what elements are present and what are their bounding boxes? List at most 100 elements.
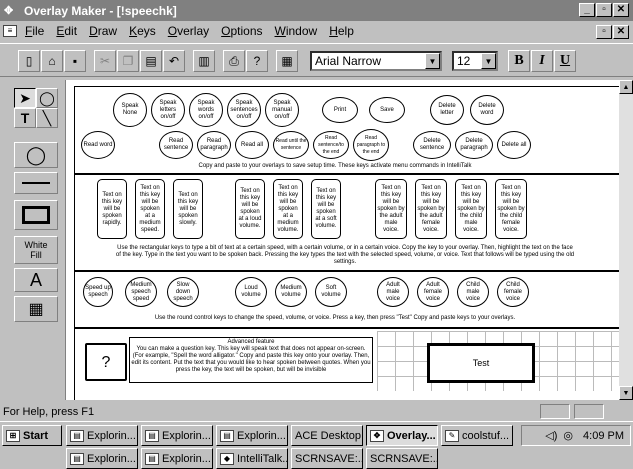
new-icon[interactable]: ▯ [18,50,40,72]
task-explorer-4[interactable]: ▤ Explorin... [66,448,138,469]
key-read-all[interactable]: Read all [235,131,269,159]
key-medium-speed[interactable]: Medium speech speed [125,277,157,307]
vertical-scrollbar[interactable]: ▲ ▼ [619,80,633,400]
doc-maximize-button[interactable]: ▫ [596,25,612,39]
overlay-canvas[interactable]: Speak None Speak letters on/off Speak wo… [65,80,633,400]
bold-button[interactable]: B [508,50,530,72]
italic-button[interactable]: I [531,50,553,72]
key-read-word[interactable]: Read word [81,131,115,159]
key-read-paragraph-end[interactable]: Read paragraph to the end [353,129,389,161]
task-explorer-2[interactable]: ▤ Explorin... [141,425,213,446]
key-speak-letters[interactable]: Speak letters on/off [151,93,185,127]
start-button[interactable]: ⊞ Start [2,425,62,446]
key-text-rapid[interactable]: Text on this key will be spoken rapidly. [97,179,127,239]
key-text-child-male[interactable]: Text on this key will be spoken by the c… [455,179,487,239]
key-print[interactable]: Print [322,97,358,123]
text-tool[interactable]: T [14,108,36,128]
key-adult-female[interactable]: Adult female voice [417,277,449,307]
key-text-adult-male[interactable]: Text on this key will be spoken by the a… [375,179,407,239]
doc-close-button[interactable]: ✕ [613,25,629,39]
task-intellitalk[interactable]: ◆ IntelliTalk... [216,448,288,469]
menu-edit[interactable]: Edit [50,24,83,38]
cut-icon[interactable]: ✂ [94,50,116,72]
speaker-icon[interactable]: ◁) [545,429,557,442]
chevron-down-icon[interactable]: ▼ [425,53,440,69]
shape-oval-tool[interactable]: ◯ [14,142,58,168]
key-delete-word[interactable]: Delete word [470,95,504,125]
task-explorer-3[interactable]: ▤ Explorin... [216,425,288,446]
chevron-down-icon[interactable]: ▼ [481,53,496,69]
key-child-female[interactable]: Child female voice [497,277,529,307]
key-speak-none[interactable]: Speak None [113,93,147,127]
clock-icon[interactable]: ◎ [563,429,573,442]
key-read-sentence-end[interactable]: Read sentence/to the end [313,131,349,159]
line-width-tool[interactable] [14,172,58,194]
key-medium-volume[interactable]: Medium volume [275,277,307,307]
maximize-button[interactable]: ▫ [596,3,612,17]
menu-options[interactable]: Options [215,24,268,38]
help-icon[interactable]: ? [246,50,268,72]
test-key[interactable]: Test [427,343,535,383]
key-read-sentence[interactable]: Read sentence [159,131,193,159]
key-read-until[interactable]: Read until the sentence [273,131,309,159]
save-icon[interactable]: ▪ [64,50,86,72]
menu-help[interactable]: Help [323,24,360,38]
key-delete-sentence[interactable]: Delete sentence [413,131,451,159]
question-key[interactable]: ? [85,343,127,381]
key-speak-manual[interactable]: Speak manual on/off [265,93,299,127]
key-text-child-female[interactable]: Text on this key will be spoken by the c… [495,179,527,239]
key-speak-words[interactable]: Speak words on/off [189,93,223,127]
line-tool[interactable]: ╲ [36,108,58,128]
task-coolstuf[interactable]: ✎ coolstuf... [441,425,513,446]
pointer-tool[interactable]: ➤ [14,88,36,108]
key-text-soft[interactable]: Text on this key will be spoken at a sof… [311,179,341,239]
font-select[interactable]: Arial Narrow ▼ [310,51,442,71]
menu-file[interactable]: File [19,24,50,38]
key-delete-letter[interactable]: Delete letter [430,95,464,125]
key-slow-down[interactable]: Slow down speech [167,277,199,307]
undo-icon[interactable]: ↶ [163,50,185,72]
menu-draw[interactable]: Draw [83,24,123,38]
clock[interactable]: 4:09 PM [583,430,624,442]
key-delete-all[interactable]: Delete all [497,131,531,159]
key-text-adult-female[interactable]: Text on this key will be spoken by the a… [415,179,447,239]
close-button[interactable]: ✕ [613,3,629,17]
key-adult-male[interactable]: Adult male voice [377,277,409,307]
fill-color-tool[interactable]: White Fill [14,236,58,264]
copy-icon[interactable]: ❐ [117,50,139,72]
key-text-medium-speed[interactable]: Text on this key will be spoken at a med… [135,179,165,239]
task-scrnsave-1[interactable]: SCRNSAVE:... [291,448,363,469]
minimize-button[interactable]: _ [579,3,595,17]
key-text-slow[interactable]: Text on this key will be spoken slowly. [173,179,203,239]
text-color-tool[interactable]: A [14,268,58,292]
menu-keys[interactable]: Keys [123,24,162,38]
task-explorer-5[interactable]: ▤ Explorin... [141,448,213,469]
key-text-loud[interactable]: Text on this key will be spoken at a lou… [235,179,265,239]
menu-window[interactable]: Window [269,24,324,38]
key-text-medium-volume[interactable]: Text on this key will be spoken at a med… [273,179,303,239]
menu-overlay[interactable]: Overlay [162,24,215,38]
print-icon[interactable]: ⎙ [223,50,245,72]
task-scrnsave-2[interactable]: SCRNSAVE:... [366,448,438,469]
task-overlay-maker[interactable]: ✥ Overlay... [366,425,438,446]
task-ace-desktop[interactable]: ACE Desktop [291,425,363,446]
key-soft-volume[interactable]: Soft volume [315,277,347,307]
open-icon[interactable]: ⌂ [41,50,63,72]
font-size-select[interactable]: 12 ▼ [452,51,498,71]
key-speed-up[interactable]: Speed up speech [83,277,113,307]
paste-icon[interactable]: ▤ [140,50,162,72]
key-child-male[interactable]: Child male voice [457,277,489,307]
task-explorer-1[interactable]: ▤ Explorin... [66,425,138,446]
ellipse-tool[interactable]: ◯ [36,88,58,108]
document-icon[interactable]: ≡ [3,25,17,37]
key-read-paragraph[interactable]: Read paragraph [197,131,231,159]
key-loud-volume[interactable]: Loud volume [235,277,267,307]
clipboard-icon[interactable]: ▥ [193,50,215,72]
key-speak-sentences[interactable]: Speak sentences on/off [227,93,261,127]
grid-tool[interactable]: ▦ [14,296,58,322]
scroll-down-icon[interactable]: ▼ [619,386,633,400]
key-delete-paragraph[interactable]: Delete paragraph [455,131,493,159]
scroll-up-icon[interactable]: ▲ [619,80,633,94]
underline-button[interactable]: U [554,50,576,72]
grid-icon[interactable]: ▦ [276,50,298,72]
